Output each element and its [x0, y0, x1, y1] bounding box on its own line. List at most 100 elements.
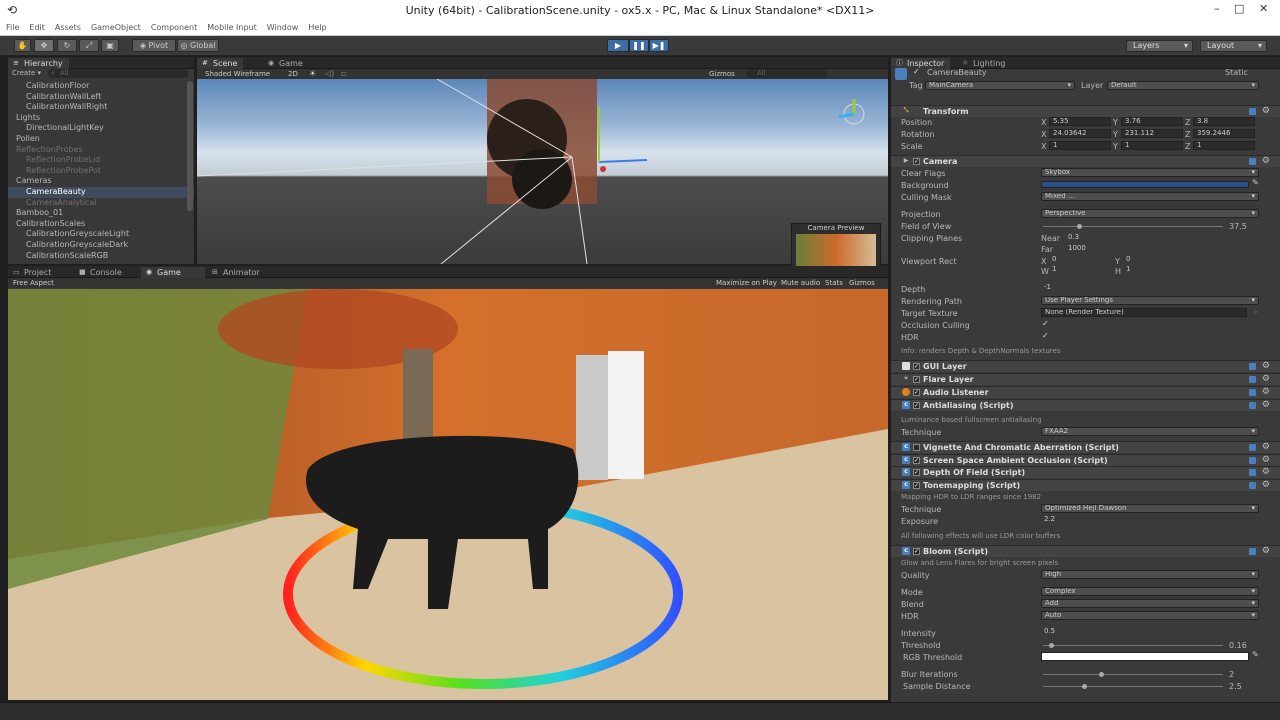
antialiasing-checkbox[interactable]: ✓	[913, 402, 920, 409]
minimize-button[interactable]: –	[1214, 2, 1220, 15]
layout-dropdown[interactable]: Layout	[1200, 40, 1267, 52]
play-button[interactable]: ▶	[607, 39, 629, 52]
help-icon[interactable]	[1249, 457, 1256, 464]
culling-mask-dropdown[interactable]: Mixed ...	[1041, 192, 1259, 201]
intensity-field[interactable]: 0.5	[1041, 628, 1259, 637]
step-button[interactable]: ▶❚	[649, 39, 669, 52]
viewport-h-field[interactable]: 1	[1123, 266, 1183, 275]
pivot-toggle[interactable]: ◈ Pivot	[132, 39, 176, 52]
tonemapping-checkbox[interactable]: ✓	[913, 482, 920, 489]
hierarchy-item[interactable]: CalibrationScales	[8, 219, 194, 230]
hierarchy-item[interactable]: CameraBeauty	[8, 186, 194, 198]
maximize-button[interactable]: □	[1234, 2, 1244, 15]
global-toggle[interactable]: ◎ Global	[177, 39, 219, 52]
bloom-checkbox[interactable]: ✓	[913, 548, 920, 555]
fov-value[interactable]: 37.5	[1229, 222, 1247, 231]
stats-toggle[interactable]: Stats	[825, 279, 843, 287]
hierarchy-item[interactable]: CalibrationGreyscaleDark	[8, 240, 194, 251]
hierarchy-scrollbar[interactable]	[187, 81, 193, 211]
gui-layer-checkbox[interactable]: ✓	[913, 363, 920, 370]
menu-edit[interactable]: Edit	[23, 22, 49, 32]
rect-tool-icon[interactable]: ▣	[101, 39, 119, 52]
tab-scene[interactable]: # Scene	[197, 58, 244, 69]
threshold-slider-knob[interactable]	[1049, 643, 1054, 648]
position-y-field[interactable]: 3.76	[1121, 117, 1183, 126]
create-dropdown[interactable]: Create ▾	[12, 69, 41, 77]
aspect-dropdown[interactable]: Free Aspect	[13, 279, 54, 287]
bloom-hdr-dropdown[interactable]: Auto	[1041, 611, 1259, 620]
rotation-x-field[interactable]: 24.03642	[1049, 129, 1111, 138]
z-axis-handle[interactable]	[600, 166, 606, 172]
flare-layer-header[interactable]: ✓ ✶ Flare Layer ⚙	[891, 373, 1280, 385]
hierarchy-item[interactable]: Lights	[8, 113, 194, 124]
shading-mode-dropdown[interactable]: Shaded Wireframe	[205, 70, 270, 78]
far-field[interactable]: 1000	[1065, 245, 1185, 254]
tab-console[interactable]: ■ Console	[74, 267, 128, 278]
ssao-header[interactable]: ✓ c Screen Space Ambient Occlusion (Script…	[891, 454, 1280, 466]
gear-icon[interactable]: ⚙	[1262, 387, 1270, 398]
hierarchy-item[interactable]: CalibrationWallLeft	[8, 92, 194, 103]
tab-game[interactable]: ◉ Game	[141, 267, 205, 278]
hierarchy-item[interactable]: CalibrationWallRight	[8, 102, 194, 113]
audio-toggle-icon[interactable]: ◁)	[325, 69, 334, 78]
transform-header[interactable]: ⤡ Transform ⚙	[891, 105, 1280, 117]
hierarchy-item[interactable]: ReflectionProbes	[8, 145, 194, 156]
pause-button[interactable]: ❚❚	[629, 39, 649, 52]
hierarchy-item[interactable]: ReflectionProbePot	[8, 166, 194, 177]
camera-enabled-checkbox[interactable]: ✓	[913, 158, 920, 165]
scene-search-input[interactable]: All	[747, 69, 827, 78]
bloom-header[interactable]: ✓ c Bloom (Script) ⚙	[891, 545, 1280, 557]
move-tool-icon[interactable]: ✥	[34, 39, 54, 52]
target-texture-field[interactable]: None (Render Texture)	[1041, 308, 1247, 317]
hierarchy-item[interactable]: Bamboo_01	[8, 208, 194, 219]
quality-dropdown[interactable]: High	[1041, 570, 1259, 579]
tab-hierarchy[interactable]: ≡ Hierarchy	[8, 58, 69, 69]
menu-window[interactable]: Window	[261, 22, 303, 32]
close-button[interactable]: ✕	[1259, 2, 1268, 15]
near-field[interactable]: 0.3	[1065, 234, 1185, 243]
hierarchy-item[interactable]: CalibrationFloor	[8, 81, 194, 92]
sample-distance-knob[interactable]	[1082, 684, 1087, 689]
hierarchy-search-input[interactable]: ⌕ All	[48, 69, 188, 78]
rotate-tool-icon[interactable]: ↻	[57, 39, 77, 52]
help-icon[interactable]	[1249, 548, 1256, 555]
antialiasing-header[interactable]: ✓ c Antialiasing (Script) ⚙	[891, 399, 1280, 411]
gear-icon[interactable]: ⚙	[1262, 374, 1270, 385]
gear-icon[interactable]: ⚙	[1262, 442, 1270, 453]
help-icon[interactable]	[1249, 444, 1256, 451]
eyedropper-icon[interactable]: ✎	[1252, 178, 1259, 187]
depth-field[interactable]: -1	[1041, 284, 1259, 293]
gear-icon[interactable]: ⚙	[1262, 546, 1270, 557]
blur-iterations-value[interactable]: 2	[1229, 670, 1234, 679]
camera-header[interactable]: ✓ ▶ Camera ⚙	[891, 155, 1280, 167]
tab-project[interactable]: ▭ Project	[8, 267, 57, 278]
hierarchy-item[interactable]: Cameras	[8, 176, 194, 187]
help-icon[interactable]	[1249, 402, 1256, 409]
gear-icon[interactable]: ⚙	[1262, 455, 1270, 466]
help-icon[interactable]	[1249, 363, 1256, 370]
clear-flags-dropdown[interactable]: Skybox	[1041, 168, 1259, 177]
menu-file[interactable]: File	[0, 22, 23, 32]
flare-layer-checkbox[interactable]: ✓	[913, 376, 920, 383]
camera-hdr-checkbox[interactable]: ✓	[1042, 332, 1050, 340]
hierarchy-item[interactable]: CameraAnalytical	[8, 198, 194, 209]
help-icon[interactable]	[1249, 108, 1256, 115]
tab-animator[interactable]: ⊞ Animator	[207, 267, 266, 278]
audio-listener-checkbox[interactable]: ✓	[913, 389, 920, 396]
hierarchy-item[interactable]: Pollen	[8, 134, 194, 145]
dof-checkbox[interactable]: ✓	[913, 469, 920, 476]
occlusion-culling-checkbox[interactable]: ✓	[1042, 320, 1050, 328]
hierarchy-item[interactable]: DirectionalLightKey	[8, 123, 194, 134]
object-name-field[interactable]: CameraBeauty	[927, 68, 987, 77]
gear-icon[interactable]: ⚙	[1262, 400, 1270, 411]
layer-dropdown[interactable]: Default	[1107, 81, 1259, 90]
scene-viewport[interactable]: Camera Preview	[197, 79, 888, 275]
help-icon[interactable]	[1249, 158, 1256, 165]
gear-icon[interactable]: ⚙	[1262, 156, 1270, 167]
audio-listener-header[interactable]: ✓ Audio Listener ⚙	[891, 386, 1280, 398]
help-icon[interactable]	[1249, 469, 1256, 476]
gear-icon[interactable]: ⚙	[1262, 480, 1270, 491]
gear-icon[interactable]: ⚙	[1262, 361, 1270, 372]
tag-dropdown[interactable]: MainCamera	[925, 81, 1075, 90]
rendering-path-dropdown[interactable]: Use Player Settings	[1041, 296, 1259, 305]
